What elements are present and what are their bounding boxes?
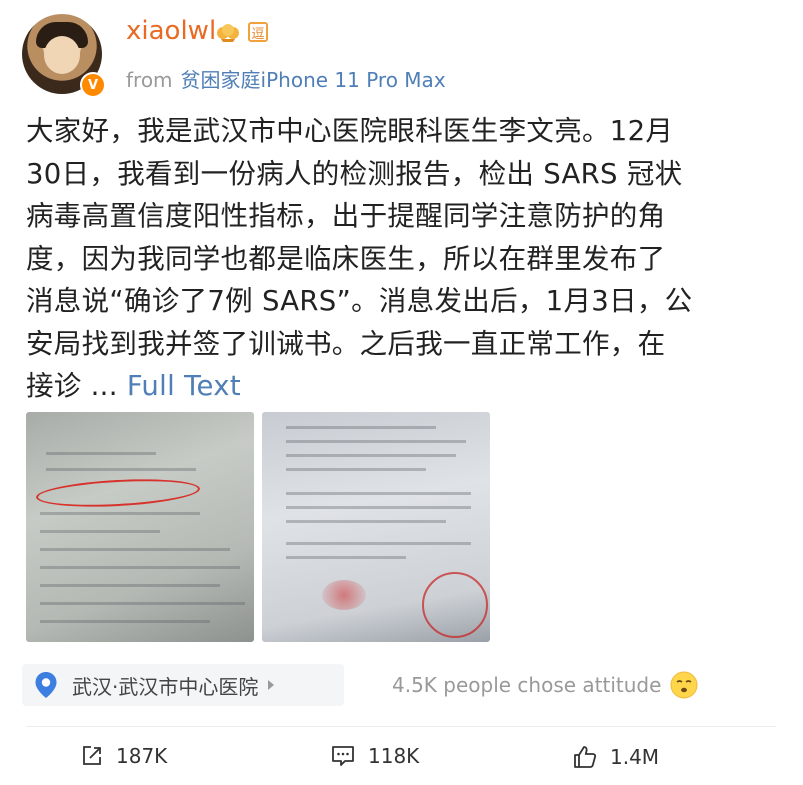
username[interactable]: xiaolwl xyxy=(126,16,216,46)
document-line xyxy=(286,492,471,495)
document-line xyxy=(46,452,156,455)
official-stamp xyxy=(422,572,488,638)
avatar-face xyxy=(44,36,80,74)
repost-count: 187K xyxy=(116,744,168,768)
comment-icon xyxy=(332,746,354,766)
post-line: 安局找到我并签了训诫书。之后我一直正常工作，在 xyxy=(26,327,666,360)
location-label: 武汉·武汉市中心医院 xyxy=(72,674,259,699)
post-truncated-text: 接诊 ... xyxy=(26,370,118,402)
document-line xyxy=(286,556,406,559)
post-line: 大家好，我是武汉市中心医院眼科医生李文亮。12月 xyxy=(26,115,674,147)
sleepy-face-icon xyxy=(670,671,698,699)
document-line xyxy=(40,602,245,605)
post-line: 30日，我看到一份病人的检测报告，检出 SARS 冠状 xyxy=(26,157,683,190)
location-tag[interactable]: 武汉·武汉市中心医院 xyxy=(22,664,344,706)
crown-icon xyxy=(217,24,239,42)
post-source: from 贫困家庭iPhone 11 Pro Max xyxy=(126,64,446,93)
document-line xyxy=(286,520,446,523)
document-line xyxy=(40,512,200,515)
level-badge: 逗 xyxy=(248,22,268,42)
post-line: 消息说“确诊了7例 SARS”。消息发出后，1月3日，公 xyxy=(26,285,693,317)
location-pin-icon xyxy=(35,672,57,698)
document-line xyxy=(40,548,230,551)
post-line: 度，因为我同学也都是临床医生，所以在群里发布了 xyxy=(26,242,666,275)
red-highlight-circle xyxy=(35,475,201,511)
document-line xyxy=(40,566,240,569)
fingerprint-mark xyxy=(322,580,366,610)
document-line xyxy=(286,454,456,457)
document-line xyxy=(286,506,471,509)
attached-photo-1[interactable] xyxy=(26,412,254,642)
post-line: 病毒高置信度阳性指标，出于提醒同学注意防护的角 xyxy=(26,200,666,232)
comment-count: 118K xyxy=(368,744,420,768)
like-count: 1.4M xyxy=(610,745,660,769)
document-line xyxy=(40,620,210,623)
device-link[interactable]: 贫困家庭iPhone 11 Pro Max xyxy=(181,68,446,92)
like-button[interactable]: 1.4M xyxy=(572,744,659,770)
comment-button[interactable]: 118K xyxy=(330,744,419,768)
attitude-summary[interactable]: 4.5K people chose attitude xyxy=(392,670,699,700)
document-line xyxy=(286,468,426,471)
source-prefix: from xyxy=(126,68,173,92)
post-body: 大家好，我是武汉市中心医院眼科医生李文亮。12月 30日，我看到一份病人的检测报… xyxy=(26,110,786,408)
repost-icon xyxy=(83,746,101,765)
document-line xyxy=(40,584,220,587)
repost-button[interactable]: 187K xyxy=(80,744,167,768)
document-line xyxy=(286,542,471,545)
avatar[interactable]: V xyxy=(22,14,106,98)
document-line xyxy=(46,468,196,471)
attached-photo-2[interactable] xyxy=(262,412,490,642)
document-line xyxy=(286,440,466,443)
divider xyxy=(26,726,776,727)
document-line xyxy=(40,530,160,533)
full-text-link[interactable]: Full Text xyxy=(127,370,241,402)
verified-icon: V xyxy=(80,72,106,98)
attitude-label: 4.5K people chose attitude xyxy=(392,673,662,697)
document-line xyxy=(286,426,436,429)
post-last-line: 接诊 ... Full Text xyxy=(26,365,786,408)
chevron-right-icon xyxy=(268,680,275,690)
thumbs-up-icon xyxy=(574,746,597,768)
